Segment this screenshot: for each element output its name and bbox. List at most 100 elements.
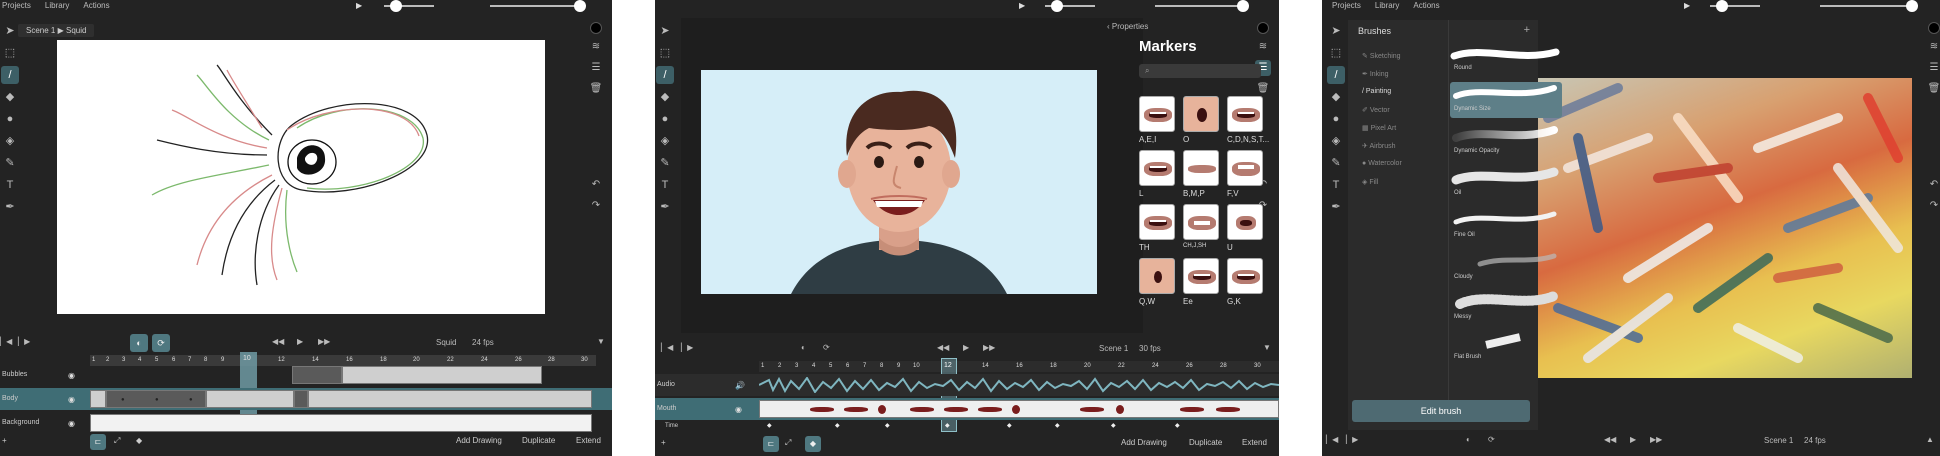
properties-back-link[interactable]: ‹ Properties: [1107, 22, 1148, 31]
frame-cell[interactable]: [342, 366, 542, 384]
loop-icon[interactable]: ⟳: [823, 343, 830, 352]
track-bubbles[interactable]: Bubbles ◉: [0, 364, 612, 386]
marker-ee[interactable]: Ee: [1183, 258, 1219, 306]
brush-icon[interactable]: /: [656, 66, 674, 84]
brush-flat[interactable]: Flat Brush: [1450, 330, 1562, 366]
prev-frame-icon[interactable]: ▏◀: [1326, 435, 1338, 444]
adjust-icon[interactable]: ☰: [588, 60, 604, 76]
play-icon[interactable]: ▶: [1684, 1, 1690, 10]
eraser-icon[interactable]: ◆: [1327, 88, 1345, 106]
rewind-icon[interactable]: ◀◀: [937, 343, 949, 352]
text-icon[interactable]: T: [1327, 176, 1345, 194]
marker-th[interactable]: TH: [1139, 204, 1175, 252]
redo-icon[interactable]: ↷: [588, 198, 604, 214]
eye-icon[interactable]: ◉: [68, 395, 75, 404]
split-icon[interactable]: ⤢: [785, 438, 791, 448]
track-audio[interactable]: Audio 🔊: [655, 374, 1279, 396]
marker-b-m-p[interactable]: B,M,P: [1183, 150, 1219, 198]
pen-icon[interactable]: ✒: [1, 198, 19, 216]
frame-cell[interactable]: [308, 390, 592, 408]
opacity-slider[interactable]: [1155, 0, 1249, 12]
menu-library[interactable]: Library: [1375, 1, 1399, 10]
slider-knob[interactable]: [574, 0, 586, 12]
onion-skin-icon[interactable]: ◐: [130, 334, 148, 352]
slider-knob[interactable]: [1906, 0, 1918, 12]
breadcrumb-layer[interactable]: Squid: [66, 26, 86, 35]
onion-skin-icon[interactable]: ◐: [1466, 435, 1471, 444]
fps-label[interactable]: 24 fps: [472, 338, 494, 347]
mouth-keyframes[interactable]: [759, 400, 1279, 418]
category-painting[interactable]: / Painting: [1362, 88, 1391, 95]
eye-icon[interactable]: ◉: [68, 371, 75, 380]
breadcrumb[interactable]: Scene 1 ▶ Squid: [18, 24, 95, 37]
onion-slider[interactable]: [384, 0, 434, 12]
fast-forward-icon[interactable]: ▶▶: [983, 343, 995, 352]
smudge-icon[interactable]: ●: [1, 110, 19, 128]
next-frame-icon[interactable]: ▏▶: [681, 343, 693, 352]
color-swatch[interactable]: [590, 22, 602, 34]
category-watercolor[interactable]: ● Watercolor: [1362, 160, 1402, 167]
smudge-icon[interactable]: ●: [1327, 110, 1345, 128]
menu-actions[interactable]: Actions: [1413, 1, 1439, 10]
prev-frame-icon[interactable]: ▏◀: [661, 343, 673, 352]
eraser-icon[interactable]: ◆: [1, 88, 19, 106]
duplicate-button[interactable]: Duplicate: [522, 436, 555, 445]
prev-frame-icon[interactable]: ▏◀: [0, 337, 12, 346]
menu-projects[interactable]: Projects: [1332, 1, 1361, 10]
keyframe-icon[interactable]: ◆: [885, 422, 890, 429]
rewind-icon[interactable]: ◀◀: [1604, 435, 1616, 444]
onion-slider[interactable]: [1045, 0, 1095, 12]
add-drawing-button[interactable]: Add Drawing: [456, 436, 502, 445]
keyframe-icon[interactable]: ◆: [1007, 422, 1012, 429]
category-pixel-art[interactable]: ▦ Pixel Art: [1362, 124, 1396, 132]
magnet-icon[interactable]: ⊏: [763, 436, 779, 452]
play-button[interactable]: ▶: [1630, 435, 1636, 444]
collapse-icon[interactable]: ▼: [1263, 343, 1271, 352]
category-vector[interactable]: ✐ Vector: [1362, 106, 1390, 114]
painting-canvas[interactable]: [1538, 78, 1912, 378]
slider-knob[interactable]: [390, 0, 402, 12]
layers-icon[interactable]: ≋: [1926, 39, 1940, 55]
adjust-icon[interactable]: ☰: [1926, 60, 1940, 76]
slider-knob[interactable]: [1237, 0, 1249, 12]
keyframe-icon[interactable]: ◆: [945, 422, 950, 429]
menu-actions[interactable]: Actions: [83, 1, 109, 10]
collapse-icon[interactable]: ▼: [597, 337, 605, 346]
play-icon[interactable]: ▶: [356, 1, 362, 10]
split-icon[interactable]: ⤢: [114, 436, 120, 446]
track-time[interactable]: Time ◆ ◆ ◆ ◆ ◆ ◆ ◆ ◆: [655, 420, 1279, 432]
brush-dynamic-opacity[interactable]: Dynamic Opacity: [1450, 124, 1562, 160]
select-icon[interactable]: ➤: [1327, 22, 1345, 40]
keyframe-icon[interactable]: ◆: [1111, 422, 1116, 429]
smudge-icon[interactable]: ●: [656, 110, 674, 128]
brush-messy[interactable]: Messy: [1450, 288, 1562, 324]
marker-ch-j-sh[interactable]: CH,J,SH: [1183, 204, 1219, 249]
add-layer-icon[interactable]: +: [2, 436, 7, 445]
fast-forward-icon[interactable]: ▶▶: [1650, 435, 1662, 444]
brush-dynamic-size[interactable]: Dynamic Size: [1450, 82, 1562, 118]
extend-button[interactable]: Extend: [576, 436, 601, 445]
frame-cell[interactable]: [90, 390, 106, 408]
slider-knob[interactable]: [1716, 0, 1728, 12]
layers-icon[interactable]: ≋: [1255, 39, 1271, 55]
fps-label[interactable]: 24 fps: [1804, 436, 1826, 445]
trash-icon[interactable]: 🗑: [1255, 81, 1271, 97]
color-swatch[interactable]: [1928, 22, 1940, 34]
color-swatch[interactable]: [1257, 22, 1269, 34]
character-canvas[interactable]: [701, 70, 1097, 294]
fast-forward-icon[interactable]: ▶▶: [318, 337, 330, 346]
opacity-slider[interactable]: [1820, 0, 1918, 12]
pen-icon[interactable]: ✒: [1327, 198, 1345, 216]
next-frame-icon[interactable]: ▏▶: [18, 337, 30, 346]
add-layer-icon[interactable]: +: [661, 438, 666, 447]
speaker-icon[interactable]: 🔊: [735, 381, 745, 390]
lasso-icon[interactable]: ⬚: [1, 44, 19, 62]
timeline-ruler[interactable]: 1 2 3 4 5 6 7 8 9 10 14 16 18 20 22 24 2…: [759, 361, 1279, 372]
marker-u[interactable]: U: [1227, 204, 1263, 252]
rewind-icon[interactable]: ◀◀: [272, 337, 284, 346]
eraser-icon[interactable]: ◆: [656, 88, 674, 106]
select-icon[interactable]: ➤: [656, 22, 674, 40]
fps-label[interactable]: 30 fps: [1139, 344, 1161, 353]
breadcrumb-scene[interactable]: Scene 1: [26, 26, 55, 35]
eye-icon[interactable]: ◉: [68, 419, 75, 428]
